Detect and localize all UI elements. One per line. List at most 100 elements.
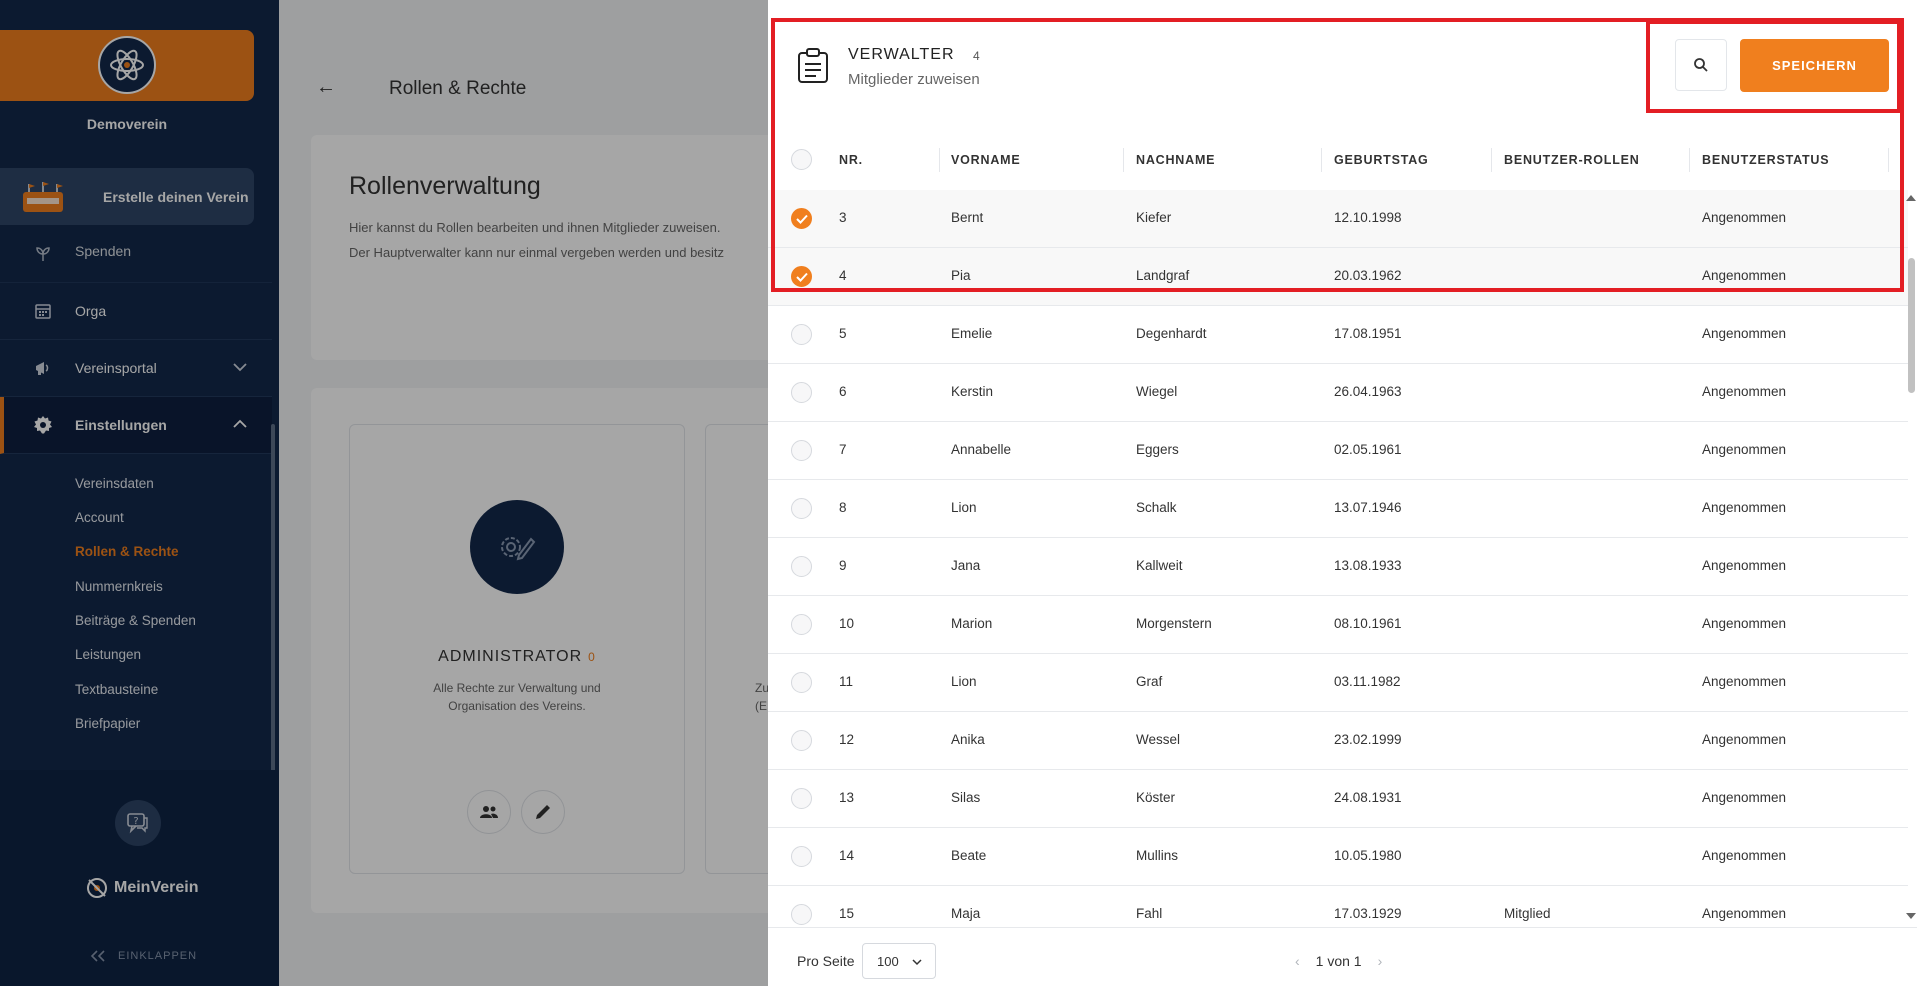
cell-status: Angenommen bbox=[1702, 326, 1787, 341]
row-checkbox[interactable] bbox=[791, 266, 812, 287]
cell-nr: 9 bbox=[839, 558, 847, 573]
save-button[interactable]: SPEICHERN bbox=[1740, 39, 1889, 92]
table-row[interactable]: 12 Anika Wessel 23.02.1999 Angenommen bbox=[768, 712, 1908, 770]
cell-status: Angenommen bbox=[1702, 442, 1787, 457]
cell-rollen: Mitglied bbox=[1504, 906, 1551, 921]
pagination-text: 1 von 1 bbox=[1315, 953, 1362, 969]
column-divider bbox=[1689, 148, 1690, 172]
cell-nachname: Fahl bbox=[1136, 906, 1163, 921]
cell-nachname: Mullins bbox=[1136, 848, 1179, 863]
cell-nachname: Kiefer bbox=[1136, 210, 1172, 225]
row-checkbox[interactable] bbox=[791, 440, 812, 461]
row-checkbox[interactable] bbox=[791, 846, 812, 867]
column-divider bbox=[939, 148, 940, 172]
column-divider bbox=[1321, 148, 1322, 172]
cell-vorname: Annabelle bbox=[951, 442, 1012, 457]
cell-geburtstag: 08.10.1961 bbox=[1334, 616, 1402, 631]
cell-vorname: Emelie bbox=[951, 326, 993, 341]
clipboard-icon bbox=[798, 48, 828, 83]
per-page-select[interactable]: 100 bbox=[862, 943, 936, 979]
table-row[interactable]: 4 Pia Landgraf 20.03.1962 Angenommen bbox=[768, 248, 1908, 306]
cell-nr: 10 bbox=[839, 616, 855, 631]
cell-status: Angenommen bbox=[1702, 848, 1787, 863]
cell-status: Angenommen bbox=[1702, 790, 1787, 805]
cell-nr: 3 bbox=[839, 210, 847, 225]
cell-geburtstag: 02.05.1961 bbox=[1334, 442, 1402, 457]
row-checkbox[interactable] bbox=[791, 788, 812, 809]
table-row[interactable]: 13 Silas Köster 24.08.1931 Angenommen bbox=[768, 770, 1908, 828]
modal-overlay[interactable] bbox=[0, 0, 768, 986]
table-row[interactable]: 3 Bernt Kiefer 12.10.1998 Angenommen bbox=[768, 190, 1908, 248]
column-divider bbox=[1888, 148, 1889, 172]
cell-nr: 15 bbox=[839, 906, 855, 921]
table-header: NR. VORNAME NACHNAME GEBURTSTAG BENUTZER… bbox=[768, 130, 1908, 190]
column-nachname[interactable]: NACHNAME bbox=[1136, 130, 1215, 190]
row-checkbox[interactable] bbox=[791, 672, 812, 693]
cell-vorname: Maja bbox=[951, 906, 981, 921]
scroll-up-icon[interactable] bbox=[1905, 194, 1917, 202]
column-divider bbox=[1123, 148, 1124, 172]
cell-nr: 5 bbox=[839, 326, 847, 341]
cell-nr: 8 bbox=[839, 500, 847, 515]
table-row[interactable]: 8 Lion Schalk 13.07.1946 Angenommen bbox=[768, 480, 1908, 538]
table-row[interactable]: 10 Marion Morgenstern 08.10.1961 Angenommen bbox=[768, 596, 1908, 654]
table-row[interactable]: 5 Emelie Degenhardt 17.08.1951 Angenommen bbox=[768, 306, 1908, 364]
column-vorname[interactable]: VORNAME bbox=[951, 130, 1021, 190]
cell-geburtstag: 26.04.1963 bbox=[1334, 384, 1402, 399]
pagination: ‹ 1 von 1 › bbox=[1295, 953, 1382, 969]
cell-nr: 6 bbox=[839, 384, 847, 399]
cell-vorname: Anika bbox=[951, 732, 985, 747]
cell-geburtstag: 23.02.1999 bbox=[1334, 732, 1402, 747]
panel-scrollbar[interactable] bbox=[1905, 195, 1917, 930]
row-checkbox[interactable] bbox=[791, 382, 812, 403]
cell-status: Angenommen bbox=[1702, 674, 1787, 689]
assign-members-panel: VERWALTER 4 Mitglieder zuweisen SPEICHER… bbox=[768, 0, 1917, 986]
table-row[interactable]: 6 Kerstin Wiegel 26.04.1963 Angenommen bbox=[768, 364, 1908, 422]
row-checkbox[interactable] bbox=[791, 614, 812, 635]
cell-nachname: Eggers bbox=[1136, 442, 1179, 457]
table-row[interactable]: 14 Beate Mullins 10.05.1980 Angenommen bbox=[768, 828, 1908, 886]
cell-nachname: Graf bbox=[1136, 674, 1163, 689]
cell-status: Angenommen bbox=[1702, 906, 1787, 921]
row-checkbox[interactable] bbox=[791, 498, 812, 519]
cell-nachname: Köster bbox=[1136, 790, 1176, 805]
cell-status: Angenommen bbox=[1702, 616, 1787, 631]
table-row[interactable]: 7 Annabelle Eggers 02.05.1961 Angenommen bbox=[768, 422, 1908, 480]
cell-nachname: Wessel bbox=[1136, 732, 1181, 747]
cell-vorname: Kerstin bbox=[951, 384, 994, 399]
column-divider bbox=[1491, 148, 1492, 172]
row-checkbox[interactable] bbox=[791, 904, 812, 925]
cell-status: Angenommen bbox=[1702, 210, 1787, 225]
cell-vorname: Pia bbox=[951, 268, 971, 283]
row-checkbox[interactable] bbox=[791, 730, 812, 751]
table-row[interactable]: 11 Lion Graf 03.11.1982 Angenommen bbox=[768, 654, 1908, 712]
select-all-checkbox[interactable] bbox=[791, 149, 812, 170]
checkmark-icon bbox=[795, 214, 808, 224]
search-button[interactable] bbox=[1675, 39, 1727, 91]
cell-geburtstag: 13.07.1946 bbox=[1334, 500, 1402, 515]
table-row[interactable]: 9 Jana Kallweit 13.08.1933 Angenommen bbox=[768, 538, 1908, 596]
cell-nr: 11 bbox=[839, 674, 854, 689]
scroll-down-icon[interactable] bbox=[1905, 912, 1917, 920]
cell-nachname: Morgenstern bbox=[1136, 616, 1212, 631]
cell-geburtstag: 13.08.1933 bbox=[1334, 558, 1402, 573]
cell-geburtstag: 24.08.1931 bbox=[1334, 790, 1402, 805]
column-nr[interactable]: NR. bbox=[839, 130, 863, 190]
cell-status: Angenommen bbox=[1702, 268, 1787, 283]
cell-geburtstag: 10.05.1980 bbox=[1334, 848, 1402, 863]
scrollbar-thumb[interactable] bbox=[1908, 258, 1915, 393]
column-benutzerstatus[interactable]: BENUTZERSTATUS bbox=[1702, 130, 1829, 190]
next-page-icon[interactable]: › bbox=[1378, 953, 1383, 969]
cell-vorname: Silas bbox=[951, 790, 981, 805]
cell-nr: 12 bbox=[839, 732, 855, 747]
row-checkbox[interactable] bbox=[791, 324, 812, 345]
panel-header: VERWALTER 4 Mitglieder zuweisen SPEICHER… bbox=[768, 0, 1917, 130]
prev-page-icon[interactable]: ‹ bbox=[1295, 953, 1300, 969]
row-checkbox[interactable] bbox=[791, 208, 812, 229]
panel-count: 4 bbox=[973, 49, 980, 63]
column-benutzer-rollen[interactable]: BENUTZER-ROLLEN bbox=[1504, 130, 1640, 190]
row-checkbox[interactable] bbox=[791, 556, 812, 577]
table-row[interactable]: 15 Maja Fahl 17.03.1929 Mitglied Angenommen bbox=[768, 886, 1908, 927]
column-geburtstag[interactable]: GEBURTSTAG bbox=[1334, 130, 1429, 190]
cell-status: Angenommen bbox=[1702, 500, 1787, 515]
